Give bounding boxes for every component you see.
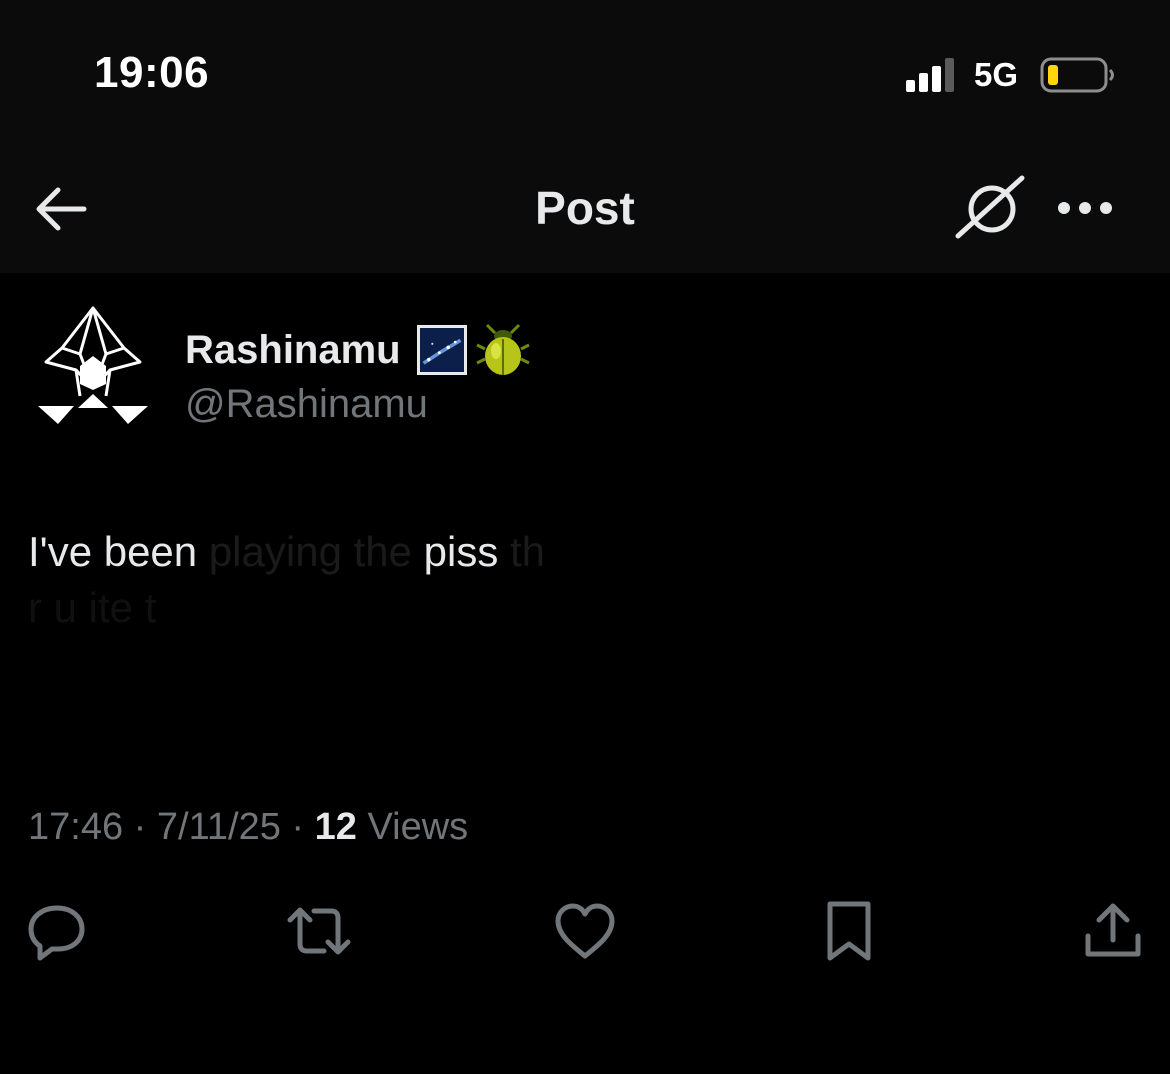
- post-text-faded-segment: th: [498, 528, 546, 575]
- post-text-faded-segment: playing the: [208, 528, 412, 575]
- post-text-segment: I've been: [28, 528, 209, 575]
- views-count[interactable]: 12: [315, 806, 357, 848]
- milky-way-icon: [416, 325, 467, 375]
- post-text: I've been playing the piss th: [28, 528, 545, 576]
- repost-icon[interactable]: [284, 896, 354, 966]
- more-dots-icon[interactable]: [1052, 190, 1118, 226]
- network-type: 5G: [974, 56, 1019, 93]
- post-time: 17:46: [28, 806, 124, 848]
- meta-separator: ·: [280, 806, 315, 848]
- reply-icon[interactable]: [22, 896, 92, 966]
- geometric-logo-avatar[interactable]: [34, 304, 152, 430]
- share-icon[interactable]: [1078, 896, 1148, 966]
- author-row[interactable]: Rashinamu: [185, 320, 531, 380]
- views-label[interactable]: Views: [357, 806, 468, 848]
- author-handle[interactable]: @Rashinamu: [185, 382, 428, 427]
- post-text-segment: piss: [411, 528, 499, 575]
- post-text-line2: r u ite t: [28, 584, 157, 624]
- grok-icon[interactable]: [952, 172, 1028, 242]
- battery-low-icon: [1040, 57, 1114, 93]
- post-date: 7/11/25: [156, 806, 281, 848]
- like-icon[interactable]: [550, 896, 620, 966]
- signal-bars-icon: [906, 58, 954, 92]
- post-meta: 17:46 · 7/11/25 · 12 Views: [28, 806, 468, 849]
- beetle-icon: [475, 323, 530, 375]
- meta-separator: ·: [123, 806, 157, 848]
- status-time: 19:06: [94, 48, 210, 97]
- bookmark-icon[interactable]: [814, 896, 884, 966]
- author-display-name[interactable]: Rashinamu: [185, 328, 401, 373]
